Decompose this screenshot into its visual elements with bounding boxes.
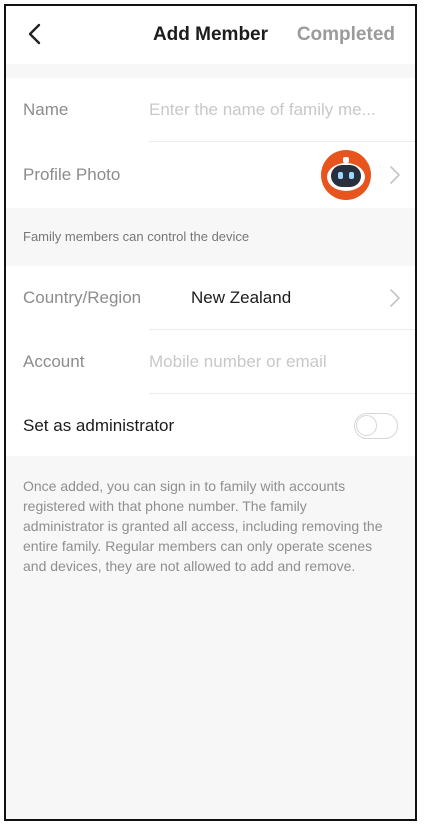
robot-avatar-icon[interactable] — [319, 148, 373, 202]
account-row: Account — [6, 330, 415, 394]
header-bar: Add Member Completed — [6, 6, 415, 64]
chevron-right-icon — [390, 166, 400, 184]
notice-text: Family members can control the device — [23, 229, 250, 244]
country-label: Country/Region — [23, 288, 142, 307]
chevron-left-icon — [28, 23, 41, 45]
name-row: Name — [6, 78, 415, 142]
help-text: Once added, you can sign in to family wi… — [23, 478, 383, 574]
toggle-knob — [356, 415, 377, 436]
notice-bar: Family members can control the device — [6, 208, 415, 266]
profile-photo-label: Profile Photo — [23, 165, 121, 184]
name-input[interactable] — [149, 90, 397, 130]
help-section: Once added, you can sign in to family wi… — [6, 456, 415, 819]
administrator-label: Set as administrator — [23, 416, 175, 435]
completed-button[interactable]: Completed — [297, 6, 395, 64]
country-row[interactable]: Country/Region New Zealand — [6, 266, 415, 330]
administrator-toggle[interactable] — [354, 413, 398, 439]
country-value: New Zealand — [191, 288, 292, 307]
back-button[interactable] — [20, 20, 48, 48]
account-label: Account — [23, 352, 85, 371]
administrator-row: Set as administrator — [6, 394, 415, 458]
account-input[interactable] — [149, 342, 397, 382]
profile-photo-row[interactable]: Profile Photo — [6, 142, 415, 208]
chevron-right-icon — [390, 289, 400, 307]
name-label: Name — [23, 100, 69, 119]
section-gap — [6, 64, 415, 78]
screen-frame: Add Member Completed Name Profile Photo … — [4, 4, 417, 821]
